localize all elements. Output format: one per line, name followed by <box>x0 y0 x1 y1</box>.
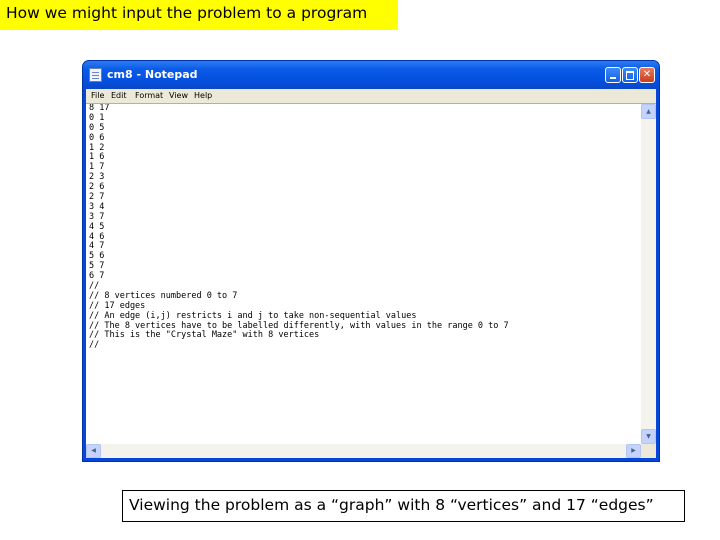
notepad-icon[interactable] <box>89 68 102 82</box>
close-button[interactable]: ✕ <box>639 67 655 83</box>
text-line: 3 7 <box>89 211 105 222</box>
text-line: 4 7 <box>89 241 105 252</box>
slide-caption: Viewing the problem as a “graph” with 8 … <box>122 490 685 522</box>
text-editor[interactable]: 8 17 0 10 50 61 21 61 72 32 62 73 43 74 5… <box>86 103 656 458</box>
slide-title: How we might input the problem to a prog… <box>0 0 398 30</box>
menu-view[interactable]: View <box>169 91 188 100</box>
text-line: 0 1 <box>89 112 105 123</box>
arrow-right-icon[interactable]: ▶ <box>626 444 641 458</box>
text-line: 2 3 <box>89 172 105 183</box>
text-line: 4 6 <box>89 231 105 242</box>
text-line: // 8 vertices numbered 0 to 7 <box>89 290 238 301</box>
window-titlebar[interactable]: cm8 - Notepad ✕ <box>83 61 659 89</box>
menu-format[interactable]: Format <box>135 91 163 100</box>
text-line: // <box>89 340 100 351</box>
arrow-down-icon[interactable]: ▼ <box>641 429 656 444</box>
menu-edit[interactable]: Edit <box>111 91 127 100</box>
arrow-left-icon[interactable]: ◀ <box>86 444 101 458</box>
text-line: 4 5 <box>89 221 105 232</box>
maximize-button[interactable] <box>622 67 638 83</box>
text-line: 0 6 <box>89 132 105 143</box>
menu-file[interactable]: File <box>91 91 104 100</box>
text-line: // This is the "Crystal Maze" with 8 ver… <box>89 330 320 341</box>
text-line: 1 6 <box>89 152 105 163</box>
text-line: 3 4 <box>89 201 105 212</box>
horizontal-scrollbar[interactable]: ◀ ▶ <box>86 444 641 458</box>
text-line: 5 6 <box>89 251 105 262</box>
window-title: cm8 - Notepad <box>107 68 198 81</box>
text-line: 2 7 <box>89 192 105 203</box>
notepad-window: cm8 - Notepad ✕ File Edit Format View He… <box>82 60 660 462</box>
text-line: 1 7 <box>89 162 105 173</box>
text-line: 2 6 <box>89 182 105 193</box>
text-line: 5 7 <box>89 261 105 272</box>
vertical-scrollbar[interactable]: ▲ ▼ <box>641 104 656 444</box>
menu-bar: File Edit Format View Help <box>86 89 656 103</box>
text-line: 8 17 <box>89 104 110 113</box>
document-text[interactable]: 8 17 0 10 50 61 21 61 72 32 62 73 43 74 5… <box>89 104 640 444</box>
arrow-up-icon[interactable]: ▲ <box>641 104 656 119</box>
minimize-button[interactable] <box>605 67 621 83</box>
text-line: 1 2 <box>89 142 105 153</box>
menu-help[interactable]: Help <box>194 91 212 100</box>
scrollbar-corner <box>641 444 656 458</box>
text-line: 6 7 <box>89 271 105 282</box>
text-line: 0 5 <box>89 122 105 133</box>
